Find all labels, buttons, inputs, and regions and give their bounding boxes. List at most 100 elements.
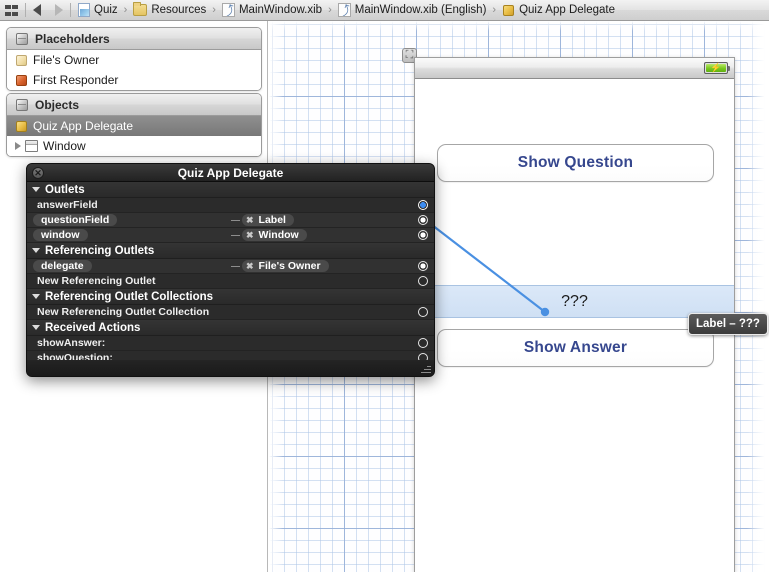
breadcrumb-separator: › (492, 4, 497, 16)
cube-yellow-icon (502, 4, 515, 17)
objects-section: Objects Quiz App Delegate Window (6, 93, 262, 157)
dock-item-window[interactable]: Window (7, 136, 261, 156)
grid-icon[interactable] (5, 4, 18, 16)
breadcrumb-item-xib-english[interactable]: MainWindow.xib (English) (337, 3, 486, 17)
chevron-down-icon[interactable] (32, 187, 40, 192)
hud-row-new-referencing-outlet[interactable]: New Referencing Outlet (27, 274, 434, 289)
dock-item-label: Quiz App Delegate (33, 119, 134, 133)
hud-row-new-referencing-outlet-collection[interactable]: New Referencing Outlet Collection (27, 305, 434, 320)
cube-pale-icon (15, 54, 28, 67)
cube-grey-icon (15, 98, 29, 112)
hud-row-label: answerField (37, 199, 98, 211)
folder-icon (133, 2, 148, 16)
hud-socket[interactable] (418, 338, 428, 348)
hud-row-questionfield[interactable]: questionField ✖ Label (27, 213, 434, 228)
show-question-button[interactable]: Show Question (437, 144, 714, 182)
xib-icon (337, 3, 351, 17)
hud-group-label: Referencing Outlet Collections (45, 290, 214, 303)
hud-row-label: window (33, 229, 88, 241)
back-arrow-icon[interactable] (33, 4, 41, 16)
placeholders-header-label: Placeholders (35, 31, 110, 46)
breadcrumb-label: MainWindow.xib (238, 4, 323, 16)
hud-group-referencing-outlet-collections[interactable]: Referencing Outlet Collections (27, 289, 434, 305)
hud-row-window[interactable]: window ✖ Window (27, 228, 434, 243)
hud-title-bar[interactable]: ✕ Quiz App Delegate (27, 164, 434, 182)
breadcrumb-item-xib[interactable]: MainWindow.xib (221, 3, 323, 17)
breadcrumb-label: Resources (151, 4, 207, 16)
hud-group-label: Received Actions (45, 321, 141, 334)
hud-row-label: New Referencing Outlet (37, 275, 156, 287)
cube-red-icon (15, 74, 28, 87)
connections-inspector-hud[interactable]: ✕ Quiz App Delegate Outlets answerField … (26, 163, 435, 377)
hud-row-destination[interactable]: ✖ Label (231, 214, 294, 226)
hud-destination-label: Label (258, 214, 286, 226)
hud-row-showanswer[interactable]: showAnswer: (27, 336, 434, 351)
hud-row-label: questionField (33, 214, 118, 226)
dock-item-label: Window (43, 139, 86, 153)
chevron-down-icon[interactable] (32, 248, 40, 253)
hud-row-delegate[interactable]: delegate ✖ File's Owner (27, 259, 434, 274)
show-question-button-label: Show Question (517, 154, 634, 171)
hud-socket[interactable] (418, 276, 428, 286)
window-icon (25, 140, 38, 152)
dock-item-quiz-app-delegate[interactable]: Quiz App Delegate (7, 116, 261, 136)
xib-icon (221, 3, 235, 17)
breadcrumb-separator: › (123, 4, 128, 16)
connection-dash-icon (231, 219, 240, 221)
cube-grey-icon (15, 32, 29, 46)
chevron-down-icon[interactable] (32, 294, 40, 299)
breadcrumb-item-app-delegate[interactable]: Quiz App Delegate (502, 4, 615, 17)
show-answer-button[interactable]: Show Answer (437, 329, 714, 367)
hud-row-destination[interactable]: ✖ File's Owner (231, 260, 329, 272)
dock-item-label: First Responder (33, 73, 119, 87)
forward-arrow-icon[interactable] (55, 4, 63, 16)
connection-tooltip-label: Label – ??? (696, 318, 760, 330)
disconnect-icon[interactable]: ✖ (246, 215, 254, 225)
hud-group-referencing-outlets[interactable]: Referencing Outlets (27, 243, 434, 259)
hud-destination-label: Window (258, 229, 299, 241)
dock-item-files-owner[interactable]: File's Owner (7, 50, 261, 70)
show-answer-button-label: Show Answer (523, 339, 628, 356)
hud-group-outlets[interactable]: Outlets (27, 182, 434, 198)
toolbar-divider (25, 3, 26, 17)
hud-socket[interactable] (418, 261, 428, 271)
dock-item-first-responder[interactable]: First Responder (7, 70, 261, 90)
close-icon[interactable]: ✕ (32, 167, 44, 179)
breadcrumb-item-project[interactable]: Quiz (78, 3, 118, 17)
hud-row-label: New Referencing Outlet Collection (37, 306, 210, 318)
resize-grip-icon[interactable] (420, 363, 431, 374)
answer-label[interactable]: ??? (415, 285, 734, 318)
hud-socket[interactable] (418, 307, 428, 317)
connection-dash-icon (231, 234, 240, 236)
hud-footer (27, 360, 434, 376)
chevron-down-icon[interactable] (32, 325, 40, 330)
breadcrumb-toolbar: Quiz › Resources › MainWindow.xib › Main… (0, 0, 769, 21)
dock-item-label: File's Owner (33, 53, 100, 67)
hud-socket[interactable] (418, 230, 428, 240)
objects-header: Objects (7, 94, 261, 116)
hud-row-label: delegate (33, 260, 92, 272)
disconnect-icon[interactable]: ✖ (246, 230, 254, 240)
hud-row-destination[interactable]: ✖ Window (231, 229, 307, 241)
breadcrumb-label: Quiz (94, 4, 118, 16)
simulated-window[interactable]: Show Question ??? Show Answer (414, 57, 735, 572)
canvas-edge-fade (269, 21, 769, 31)
toolbar-divider (70, 3, 71, 17)
hud-title-label: Quiz App Delegate (177, 165, 284, 180)
hud-group-label: Outlets (45, 183, 85, 196)
canvas-edge-fade (747, 21, 769, 572)
breadcrumb-item-resources[interactable]: Resources (133, 2, 207, 16)
hud-row-answerfield[interactable]: answerField (27, 198, 434, 213)
hud-group-received-actions[interactable]: Received Actions (27, 320, 434, 336)
placeholders-header: Placeholders (7, 28, 261, 50)
breadcrumb-separator: › (328, 4, 332, 16)
hud-socket[interactable] (418, 215, 428, 225)
connection-tooltip: Label – ??? (688, 313, 768, 335)
disconnect-icon[interactable]: ✖ (246, 261, 254, 271)
hud-socket[interactable] (418, 200, 428, 210)
battery-charging-icon (704, 62, 730, 74)
hud-row-label: showAnswer: (37, 337, 106, 349)
answer-label-text: ??? (561, 292, 588, 310)
chevron-right-icon[interactable] (15, 142, 21, 150)
hud-group-label: Referencing Outlets (45, 244, 155, 257)
